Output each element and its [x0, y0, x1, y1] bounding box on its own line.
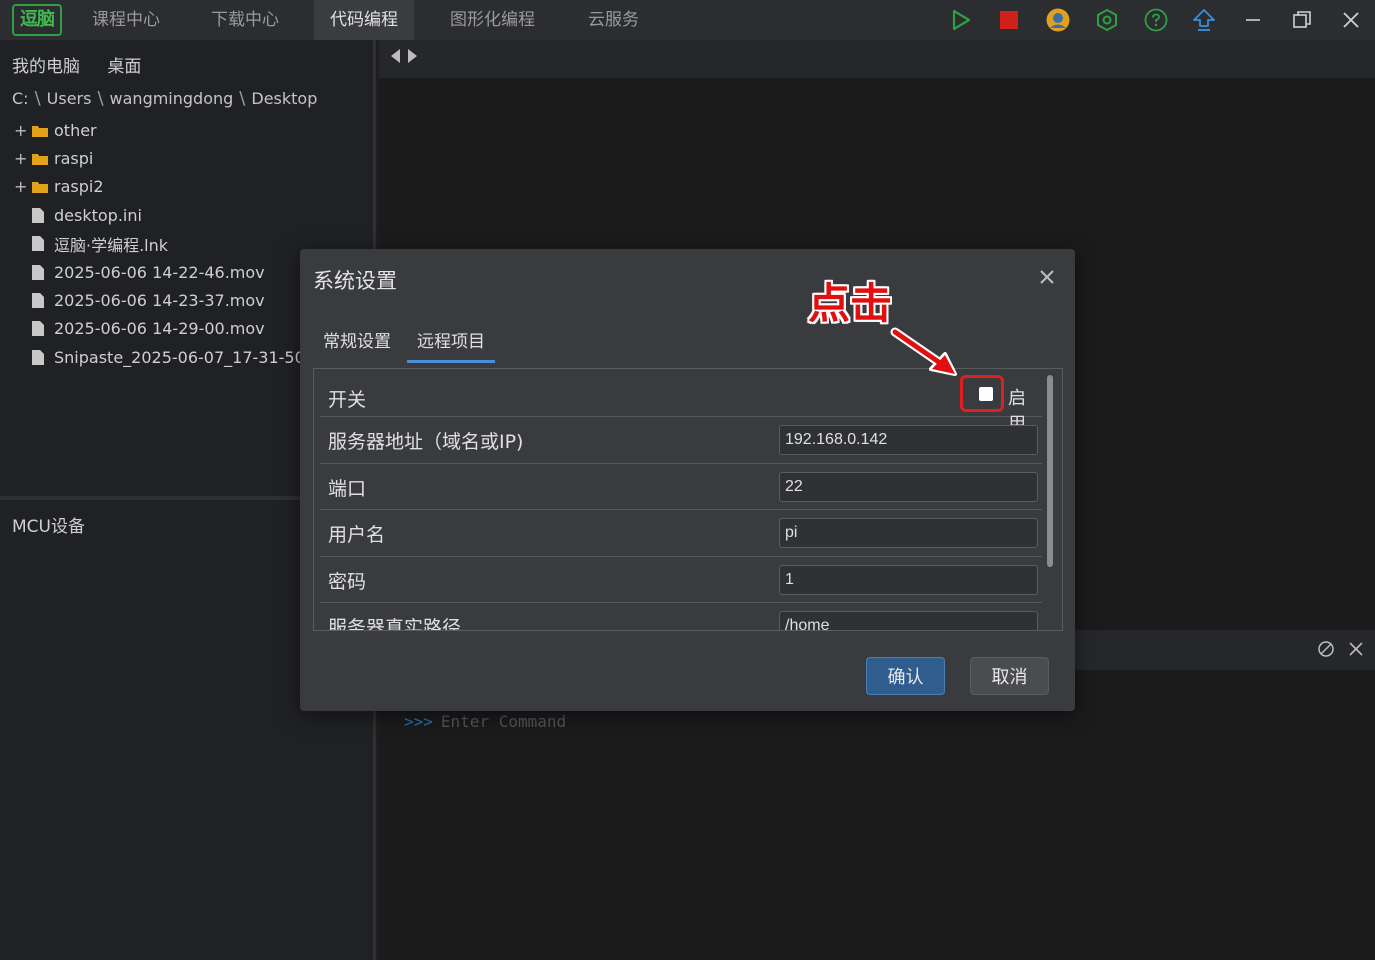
folder-icon	[32, 152, 54, 166]
path-segment-user[interactable]: wangmingdong	[110, 89, 234, 108]
avatar-icon[interactable]	[1044, 6, 1072, 34]
password-input[interactable]: 1	[779, 565, 1038, 595]
mcu-devices-label: MCU设备	[12, 517, 85, 537]
clear-console-icon[interactable]	[1317, 640, 1335, 662]
nav-tab-course-center[interactable]: 课程中心	[76, 0, 176, 40]
row-server-path: 服务器真实路径 /home	[320, 603, 1042, 631]
file-icon	[32, 293, 54, 309]
folder-icon	[32, 124, 54, 137]
row-password: 密码 1	[320, 557, 1042, 603]
file-icon	[32, 321, 54, 337]
tree-file-mov-2[interactable]: 2025-06-06 14-23-37.mov	[14, 286, 310, 314]
tree-file-mov-3[interactable]: 2025-06-06 14-29-00.mov	[14, 315, 310, 343]
nav-tab-code-programming[interactable]: 代码编程	[314, 0, 414, 40]
command-placeholder: Enter Command	[440, 712, 567, 731]
annotation-click-text: 点击	[808, 279, 893, 328]
file-icon	[32, 264, 54, 280]
server-address-input[interactable]: 192.168.0.142	[779, 425, 1038, 455]
nav-tab-graphical-programming[interactable]: 图形化编程	[434, 0, 551, 40]
cancel-button[interactable]: 取消	[970, 657, 1049, 695]
location-crumbs: 我的电脑 桌面	[12, 52, 163, 77]
upload-icon[interactable]	[1190, 6, 1218, 34]
username-label: 用户名	[328, 524, 386, 546]
row-username: 用户名 pi	[320, 510, 1042, 557]
tree-folder-other[interactable]: + other	[14, 116, 310, 144]
tree-file-mov-1[interactable]: 2025-06-06 14-22-46.mov	[14, 258, 310, 286]
nav-tab-download-center[interactable]: 下载中心	[195, 0, 295, 40]
tree-file-desktop-ini[interactable]: desktop.ini	[14, 201, 310, 229]
prompt-chevron: >>>	[404, 712, 433, 731]
expand-plus-icon[interactable]: +	[14, 121, 32, 140]
tree-file-shortcut[interactable]: 逗脑·学编程.lnk	[14, 230, 310, 258]
enable-checkbox[interactable]	[979, 387, 993, 401]
path-segment-desktop[interactable]: Desktop	[251, 89, 317, 108]
tree-folder-raspi2[interactable]: + raspi2	[14, 173, 310, 201]
server-address-label: 服务器地址（域名或IP)	[328, 431, 524, 453]
remote-settings-list[interactable]: 开关 启用 服务器地址（域名或IP) 192.168.0.142 端口 22 用…	[313, 368, 1063, 631]
close-console-icon[interactable]	[1347, 640, 1365, 662]
help-icon[interactable]	[1142, 6, 1170, 34]
play-icon[interactable]	[947, 6, 975, 34]
server-path-label: 服务器真实路径	[328, 617, 462, 631]
tab-scroll-right-icon[interactable]	[407, 48, 419, 68]
row-server-address: 服务器地址（域名或IP) 192.168.0.142	[320, 417, 1042, 464]
expand-plus-icon[interactable]: +	[14, 149, 32, 168]
port-label: 端口	[328, 478, 367, 500]
system-settings-dialog: 系统设置 常规设置 远程项目 开关 启用 服务器地址（域名或IP) 192.16…	[300, 249, 1075, 711]
settings-scrollbar[interactable]	[1047, 375, 1053, 567]
tab-scroll-left-icon[interactable]	[389, 48, 401, 68]
crumb-my-computer[interactable]: 我的电脑	[12, 57, 80, 77]
settings-hex-icon[interactable]	[1093, 6, 1121, 34]
expand-plus-icon[interactable]: +	[14, 177, 32, 196]
file-icon	[32, 236, 54, 252]
tab-general-settings[interactable]: 常规设置	[313, 323, 401, 363]
tree-folder-raspi[interactable]: + raspi	[14, 144, 310, 172]
path-segment-users[interactable]: Users	[47, 89, 92, 108]
file-icon	[32, 349, 54, 365]
top-bar: 逗脑 课程中心 下载中心 代码编程 图形化编程 云服务	[0, 0, 1375, 40]
editor-tab-bar	[379, 40, 1375, 78]
command-prompt[interactable]: >>> Enter Command	[404, 712, 566, 731]
minimize-icon[interactable]	[1239, 6, 1267, 34]
path-segment-drive[interactable]: C:	[12, 89, 29, 108]
dialog-title: 系统设置	[313, 269, 397, 293]
annotation-arrow-icon	[890, 327, 957, 376]
dialog-close-icon[interactable]	[1037, 267, 1057, 287]
username-input[interactable]: pi	[779, 518, 1038, 548]
nav-tab-cloud-service[interactable]: 云服务	[572, 0, 655, 40]
app-logo: 逗脑	[12, 4, 62, 36]
port-input[interactable]: 22	[779, 472, 1038, 502]
tab-remote-project[interactable]: 远程项目	[407, 323, 495, 363]
server-path-input[interactable]: /home	[779, 611, 1038, 630]
file-icon	[32, 207, 54, 223]
path-breadcrumb: C: \ Users \ wangmingdong \ Desktop	[12, 88, 318, 109]
password-label: 密码	[328, 571, 367, 593]
file-tree: + other + raspi + raspi2 desktop.ini 逗脑·…	[14, 116, 310, 372]
row-port: 端口 22	[320, 464, 1042, 510]
switch-label: 开关	[328, 389, 367, 411]
stop-icon[interactable]	[995, 6, 1023, 34]
tree-file-snipaste[interactable]: Snipaste_2025-06-07_17-31-50.	[14, 343, 310, 371]
folder-icon	[32, 180, 54, 194]
confirm-button[interactable]: 确认	[866, 657, 945, 695]
crumb-desktop[interactable]: 桌面	[107, 57, 141, 77]
console-panel[interactable]: >>> Enter Command	[379, 670, 1375, 960]
dialog-tabs: 常规设置 远程项目	[313, 323, 495, 363]
close-window-icon[interactable]	[1337, 6, 1365, 34]
restore-icon[interactable]	[1288, 6, 1316, 34]
